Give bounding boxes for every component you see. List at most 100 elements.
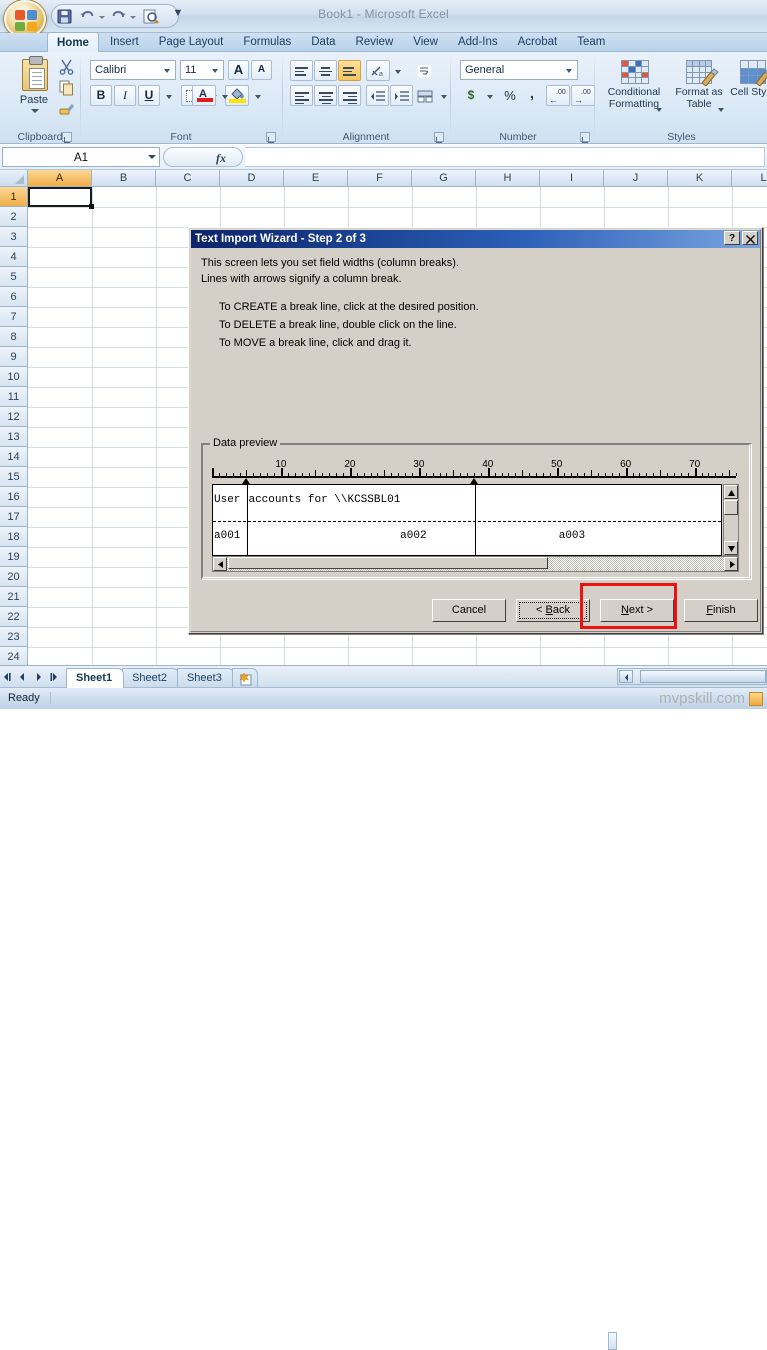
- column-header-D[interactable]: D: [220, 170, 284, 187]
- shrink-font-button[interactable]: A: [251, 60, 272, 80]
- ribbon-tab-insert[interactable]: Insert: [101, 33, 148, 52]
- select-all-corner[interactable]: [0, 170, 28, 187]
- accounting-dropdown-icon[interactable]: [483, 85, 495, 106]
- cancel-button[interactable]: Cancel: [432, 599, 506, 622]
- first-sheet-icon[interactable]: [2, 669, 16, 685]
- font-name-combo[interactable]: Calibri: [90, 60, 176, 80]
- accounting-format-button[interactable]: $: [460, 85, 482, 106]
- ribbon-tab-formulas[interactable]: Formulas: [234, 33, 300, 52]
- row-header-19[interactable]: 19: [0, 547, 28, 567]
- decrease-indent-button[interactable]: [366, 85, 389, 106]
- ribbon-tab-home[interactable]: Home: [47, 32, 99, 53]
- underline-button[interactable]: U: [138, 85, 160, 106]
- back-button[interactable]: < Back: [516, 599, 590, 622]
- row-header-4[interactable]: 4: [0, 247, 28, 267]
- conditional-formatting-button[interactable]: Conditional Formatting: [600, 56, 668, 122]
- merge-dropdown-icon[interactable]: [437, 85, 449, 106]
- sheet-tab-sheet2[interactable]: Sheet2: [122, 668, 179, 688]
- dialog-close-button[interactable]: [742, 231, 758, 245]
- paste-dropdown-icon[interactable]: [31, 109, 39, 113]
- ribbon-tab-review[interactable]: Review: [347, 33, 403, 52]
- preview-scroll-right-icon[interactable]: [724, 557, 738, 571]
- sheet-tab-sheet1[interactable]: Sheet1: [66, 668, 125, 688]
- cell-styles-button[interactable]: Cell Styles: [730, 56, 767, 122]
- row-header-21[interactable]: 21: [0, 587, 28, 607]
- grow-font-button[interactable]: A: [228, 60, 249, 80]
- preview-scroll-down-icon[interactable]: [724, 541, 738, 555]
- preview-scroll-left-icon[interactable]: [213, 557, 227, 571]
- column-header-L[interactable]: L: [732, 170, 767, 187]
- scroll-left-icon[interactable]: [619, 670, 633, 683]
- copy-icon[interactable]: [58, 79, 76, 97]
- conditional-formatting-dropdown-icon[interactable]: [656, 108, 662, 112]
- percent-format-button[interactable]: %: [499, 85, 521, 106]
- next-sheet-icon[interactable]: [31, 669, 45, 685]
- row-header-15[interactable]: 15: [0, 467, 28, 487]
- fill-handle[interactable]: [89, 204, 94, 209]
- column-ruler[interactable]: 10 20 30 40 50 60 70: [212, 458, 737, 484]
- horizontal-scroll-thumb[interactable]: [640, 670, 766, 683]
- column-header-J[interactable]: J: [604, 170, 668, 187]
- row-header-8[interactable]: 8: [0, 327, 28, 347]
- name-box[interactable]: A1: [2, 147, 160, 167]
- data-preview-pane[interactable]: User accounts for \\KCSSBL01 a001 a002 a003: [212, 484, 722, 556]
- row-header-6[interactable]: 6: [0, 287, 28, 307]
- row-header-11[interactable]: 11: [0, 387, 28, 407]
- horizontal-scrollbar[interactable]: [617, 668, 767, 685]
- sheet-tab-sheet3[interactable]: Sheet3: [176, 668, 234, 688]
- cancel-formula-icon[interactable]: [167, 150, 189, 165]
- row-header-17[interactable]: 17: [0, 507, 28, 527]
- paste-button[interactable]: Paste: [8, 56, 60, 122]
- row-header-12[interactable]: 12: [0, 407, 28, 427]
- number-format-combo[interactable]: General: [460, 60, 578, 80]
- decrease-decimal-button[interactable]: .00 →: [571, 85, 595, 106]
- increase-decimal-button[interactable]: .00 ←: [546, 85, 570, 106]
- prev-sheet-icon[interactable]: [16, 669, 30, 685]
- dialog-title-bar[interactable]: Text Import Wizard - Step 2 of 3: [191, 230, 760, 248]
- middle-align-button[interactable]: [314, 60, 337, 81]
- preview-hscroll-thumb[interactable]: [228, 557, 548, 569]
- column-header-I[interactable]: I: [540, 170, 604, 187]
- row-header-16[interactable]: 16: [0, 487, 28, 507]
- column-header-E[interactable]: E: [284, 170, 348, 187]
- align-right-button[interactable]: [338, 85, 361, 106]
- column-header-F[interactable]: F: [348, 170, 412, 187]
- comma-format-button[interactable]: ,: [522, 85, 542, 106]
- row-header-1[interactable]: 1: [0, 187, 28, 207]
- wrap-text-button[interactable]: [412, 60, 436, 81]
- preview-horizontal-scrollbar[interactable]: [212, 556, 739, 572]
- orientation-button[interactable]: a: [366, 60, 390, 81]
- row-header-5[interactable]: 5: [0, 267, 28, 287]
- row-header-3[interactable]: 3: [0, 227, 28, 247]
- insert-worksheet-button[interactable]: [231, 668, 258, 688]
- bottom-align-button[interactable]: [338, 60, 361, 81]
- column-header-A[interactable]: A: [28, 170, 92, 187]
- font-color-button[interactable]: A: [192, 85, 216, 106]
- ribbon-tab-data[interactable]: Data: [302, 33, 344, 52]
- column-header-B[interactable]: B: [92, 170, 156, 187]
- clipboard-dialog-launcher[interactable]: [62, 132, 72, 143]
- row-header-23[interactable]: 23: [0, 627, 28, 647]
- column-header-K[interactable]: K: [668, 170, 732, 187]
- ribbon-tab-add-ins[interactable]: Add-Ins: [449, 33, 507, 52]
- finish-button[interactable]: Finish: [684, 599, 758, 622]
- ribbon-tab-view[interactable]: View: [404, 33, 447, 52]
- active-cell-a1[interactable]: [28, 187, 92, 207]
- row-header-2[interactable]: 2: [0, 207, 28, 227]
- column-header-C[interactable]: C: [156, 170, 220, 187]
- preview-scroll-up-icon[interactable]: [724, 485, 738, 499]
- top-align-button[interactable]: [290, 60, 313, 81]
- row-header-18[interactable]: 18: [0, 527, 28, 547]
- font-dialog-launcher[interactable]: [266, 132, 276, 143]
- row-header-14[interactable]: 14: [0, 447, 28, 467]
- dialog-help-button[interactable]: ?: [724, 231, 740, 245]
- bold-button[interactable]: B: [90, 85, 112, 106]
- fill-color-dropdown-icon[interactable]: [250, 85, 263, 106]
- enter-formula-icon[interactable]: [190, 150, 212, 165]
- merge-center-button[interactable]: [412, 85, 436, 106]
- column-header-G[interactable]: G: [412, 170, 476, 187]
- font-color-dropdown-icon[interactable]: [217, 85, 230, 106]
- row-header-9[interactable]: 9: [0, 347, 28, 367]
- column-break-line[interactable]: [247, 485, 249, 555]
- number-dialog-launcher[interactable]: [580, 132, 590, 143]
